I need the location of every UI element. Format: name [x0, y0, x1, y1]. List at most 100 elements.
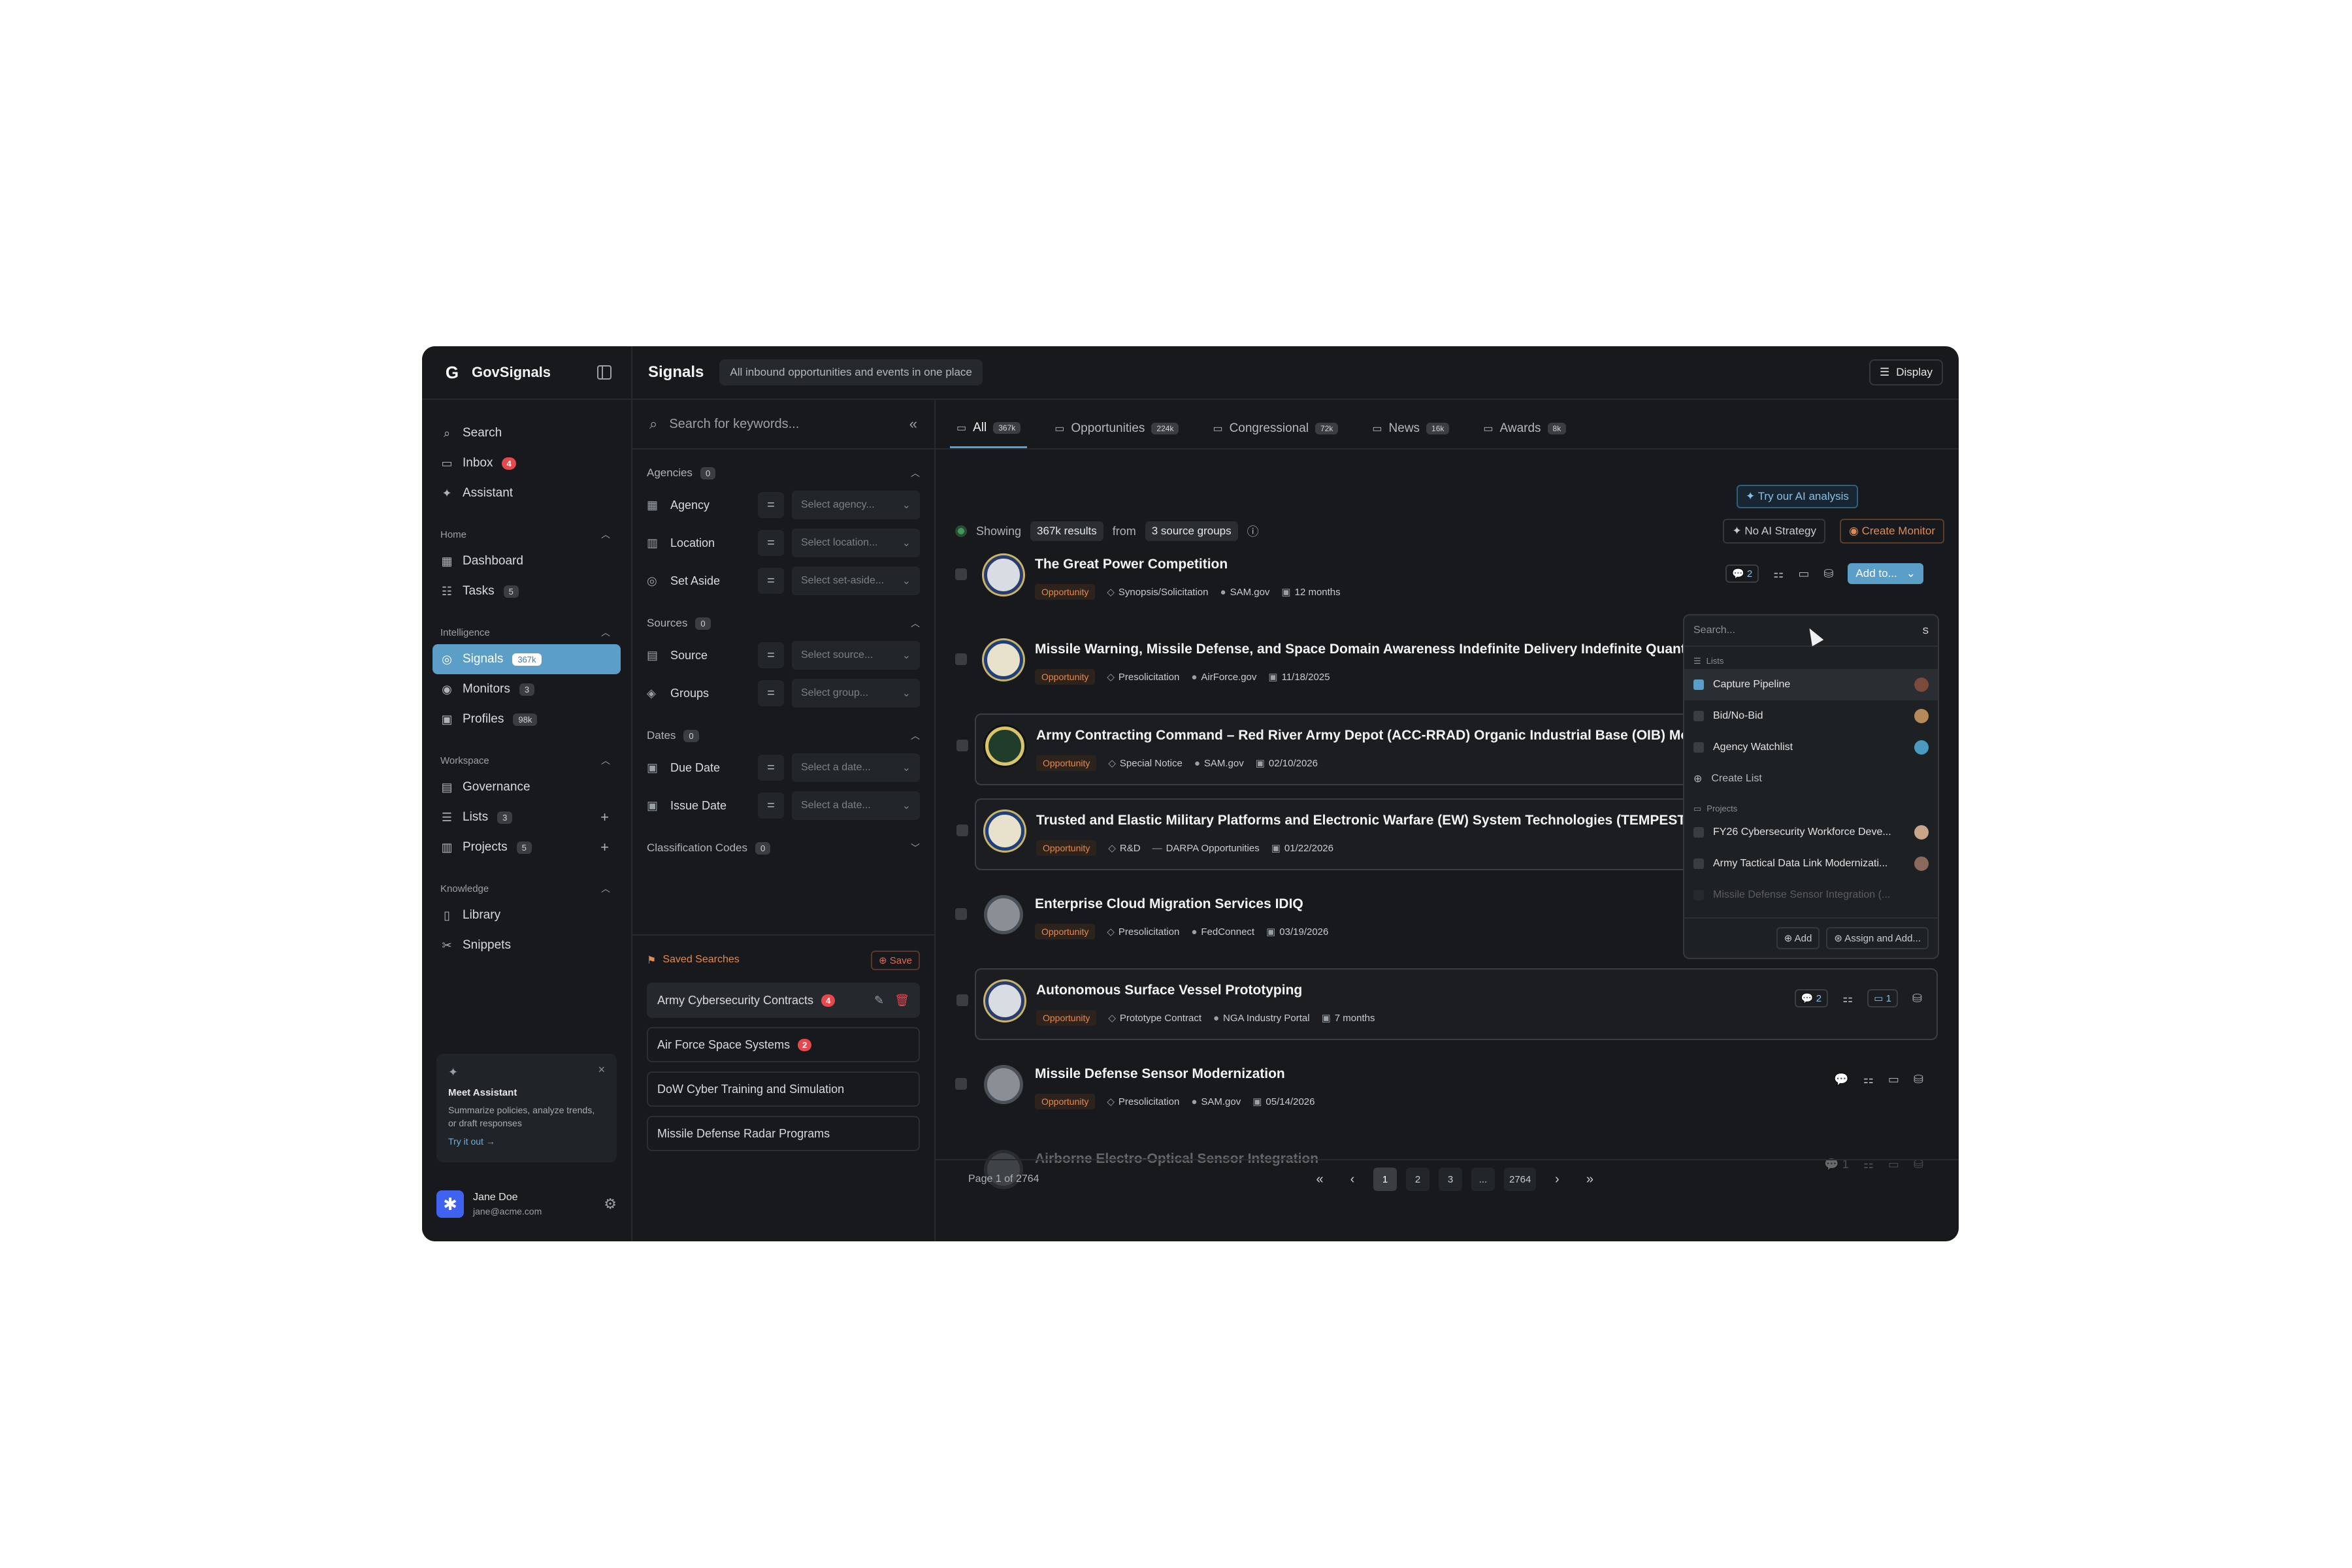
checkbox[interactable]: [1693, 890, 1704, 900]
comments-button[interactable]: 💬 2: [1725, 564, 1759, 583]
try-ai-analysis-button[interactable]: ✦ Try our AI analysis: [1737, 485, 1858, 508]
row-checkbox[interactable]: [956, 740, 968, 751]
checkbox[interactable]: [1693, 827, 1704, 838]
result-row[interactable]: Missile Defense Sensor Modernization Opp…: [955, 1053, 1938, 1125]
saved-search-item[interactable]: Missile Defense Radar Programs: [647, 1116, 920, 1151]
due-date-select[interactable]: Select a date... ⌄: [792, 753, 920, 782]
row-checkbox[interactable]: [955, 1078, 967, 1090]
keyword-search[interactable]: ⌕ Search for keywords... «: [632, 400, 934, 449]
last-page-icon[interactable]: »: [1578, 1168, 1601, 1191]
collapse-panel-icon[interactable]: «: [909, 416, 917, 433]
agency-select[interactable]: Select agency... ⌄: [792, 491, 920, 519]
operator-equals[interactable]: =: [758, 680, 784, 706]
filter-group-header[interactable]: Agencies 0 ︿: [647, 460, 920, 486]
assign-icon[interactable]: ⚏: [1773, 567, 1784, 581]
saved-search-item[interactable]: Air Force Space Systems 2: [647, 1027, 920, 1062]
result-row[interactable]: The Great Power Competition Opportunity …: [955, 544, 1938, 615]
saved-search-item[interactable]: DoW Cyber Training and Simulation: [647, 1071, 920, 1107]
project-icon[interactable]: ▭: [1888, 1073, 1899, 1086]
add-to-button[interactable]: Add to... ⌄: [1848, 563, 1923, 584]
operator-equals[interactable]: =: [758, 792, 784, 819]
row-checkbox[interactable]: [956, 994, 968, 1006]
filter-group-header[interactable]: Dates 0 ︿: [647, 723, 920, 749]
display-button[interactable]: ☰ Display: [1869, 359, 1943, 385]
dropdown-list-item[interactable]: Capture Pipeline: [1684, 669, 1938, 700]
saved-search-item[interactable]: Army Cybersecurity Contracts 4 ✎ 🗑: [647, 983, 920, 1018]
page-button[interactable]: 2: [1406, 1168, 1429, 1191]
row-checkbox[interactable]: [955, 908, 967, 920]
source-groups-chip[interactable]: 3 source groups: [1145, 521, 1238, 541]
groups-select[interactable]: Select group... ⌄: [792, 679, 920, 708]
result-title[interactable]: Enterprise Cloud Migration Services IDIQ: [1035, 896, 1303, 912]
section-home[interactable]: Home ︿: [433, 523, 621, 546]
checkbox-checked[interactable]: [1693, 679, 1704, 690]
sidebar-item-inbox[interactable]: ▭ Inbox 4: [433, 448, 621, 478]
location-select[interactable]: Select location... ⌄: [792, 529, 920, 557]
comments-button[interactable]: 💬 2: [1794, 989, 1829, 1007]
operator-equals[interactable]: =: [758, 530, 784, 556]
dropdown-project-item[interactable]: Missile Defense Sensor Integration (...: [1684, 879, 1938, 911]
checkbox[interactable]: [1693, 742, 1704, 753]
add-button[interactable]: ⊕ Add: [1776, 927, 1820, 949]
dropdown-project-item[interactable]: Army Tactical Data Link Modernizati...: [1684, 848, 1938, 879]
result-title[interactable]: Army Contracting Command – Red River Arm…: [1036, 728, 1705, 743]
tab-opportunities[interactable]: ▭ Opportunities 224k: [1048, 409, 1185, 448]
try-it-out-link[interactable]: Try it out →: [448, 1136, 605, 1147]
checkbox[interactable]: [1693, 858, 1704, 869]
info-icon[interactable]: ⓘ: [1247, 523, 1259, 540]
add-list-icon[interactable]: +: [600, 809, 609, 826]
tab-all[interactable]: ▭ All 367k: [950, 409, 1028, 448]
project-button[interactable]: ▭ 1: [1867, 989, 1898, 1007]
sidebar-item-dashboard[interactable]: ▦ Dashboard: [433, 546, 621, 576]
sidebar-item-assistant[interactable]: ✦ Assistant: [433, 478, 621, 508]
gear-icon[interactable]: ⚙: [604, 1196, 617, 1213]
dropdown-search-input[interactable]: Search...: [1693, 625, 1735, 636]
section-knowledge[interactable]: Knowledge ︿: [433, 877, 621, 900]
close-icon[interactable]: ×: [598, 1063, 605, 1077]
filter-group-header[interactable]: Sources 0 ︿: [647, 610, 920, 636]
assign-icon[interactable]: ⚏: [1842, 992, 1853, 1005]
sidebar-item-signals[interactable]: ◎ Signals 367k: [433, 644, 621, 674]
page-button[interactable]: 2764: [1504, 1168, 1537, 1191]
ai-strategy-button[interactable]: ✦ No AI Strategy: [1723, 519, 1825, 544]
create-monitor-button[interactable]: ◉ Create Monitor: [1840, 519, 1944, 544]
tab-awards[interactable]: ▭ Awards 8k: [1477, 409, 1573, 448]
sidebar-item-monitors[interactable]: ◉ Monitors 3: [433, 674, 621, 704]
result-row[interactable]: Autonomous Surface Vessel Prototyping Op…: [956, 968, 1938, 1040]
checkbox[interactable]: [1693, 711, 1704, 721]
sidebar-item-tasks[interactable]: ☷ Tasks 5: [433, 576, 621, 606]
filter-group-header[interactable]: Classification Codes 0 ﹀: [647, 835, 920, 861]
operator-equals[interactable]: =: [758, 642, 784, 668]
sidebar-item-lists[interactable]: ☰ Lists 3 +: [433, 802, 621, 832]
section-intelligence[interactable]: Intelligence ︿: [433, 621, 621, 644]
assign-icon[interactable]: ⚏: [1863, 1073, 1874, 1086]
dropdown-list-item[interactable]: Bid/No-Bid: [1684, 700, 1938, 732]
operator-equals[interactable]: =: [758, 568, 784, 594]
sidebar-item-projects[interactable]: ▥ Projects 5 +: [433, 832, 621, 862]
section-workspace[interactable]: Workspace ︿: [433, 749, 621, 772]
create-list-item[interactable]: ⊕ Create List: [1684, 763, 1938, 794]
edit-icon[interactable]: ✎: [874, 994, 884, 1007]
sidebar-item-profiles[interactable]: ▣ Profiles 98k: [433, 704, 621, 734]
set-aside-select[interactable]: Select set-aside... ⌄: [792, 566, 920, 595]
issue-date-select[interactable]: Select a date... ⌄: [792, 791, 920, 820]
operator-equals[interactable]: =: [758, 492, 784, 518]
tab-news[interactable]: ▭ News 16k: [1365, 409, 1456, 448]
search-input[interactable]: Search for keywords...: [669, 417, 897, 432]
save-search-button[interactable]: ⊕ Save: [871, 951, 920, 970]
result-title[interactable]: Missile Defense Sensor Modernization: [1035, 1066, 1285, 1082]
sidebar-toggle-icon[interactable]: [597, 365, 612, 380]
user-profile[interactable]: ✱ Jane Doe jane@acme.com ⚙: [436, 1188, 617, 1220]
row-checkbox[interactable]: [956, 825, 968, 836]
next-page-icon[interactable]: ›: [1545, 1168, 1569, 1191]
prev-page-icon[interactable]: ‹: [1341, 1168, 1364, 1191]
source-select[interactable]: Select source... ⌄: [792, 641, 920, 670]
result-title[interactable]: Autonomous Surface Vessel Prototyping: [1036, 983, 1302, 998]
add-project-icon[interactable]: +: [600, 839, 609, 856]
sidebar-item-library[interactable]: ▯ Library: [433, 900, 621, 930]
archive-icon[interactable]: ⛁: [1912, 992, 1922, 1005]
first-page-icon[interactable]: «: [1308, 1168, 1331, 1191]
result-title[interactable]: Missile Warning, Missile Defense, and Sp…: [1035, 642, 1701, 657]
tab-congressional[interactable]: ▭ Congressional 72k: [1206, 409, 1345, 448]
sidebar-item-search[interactable]: ⌕ Search: [433, 418, 621, 448]
